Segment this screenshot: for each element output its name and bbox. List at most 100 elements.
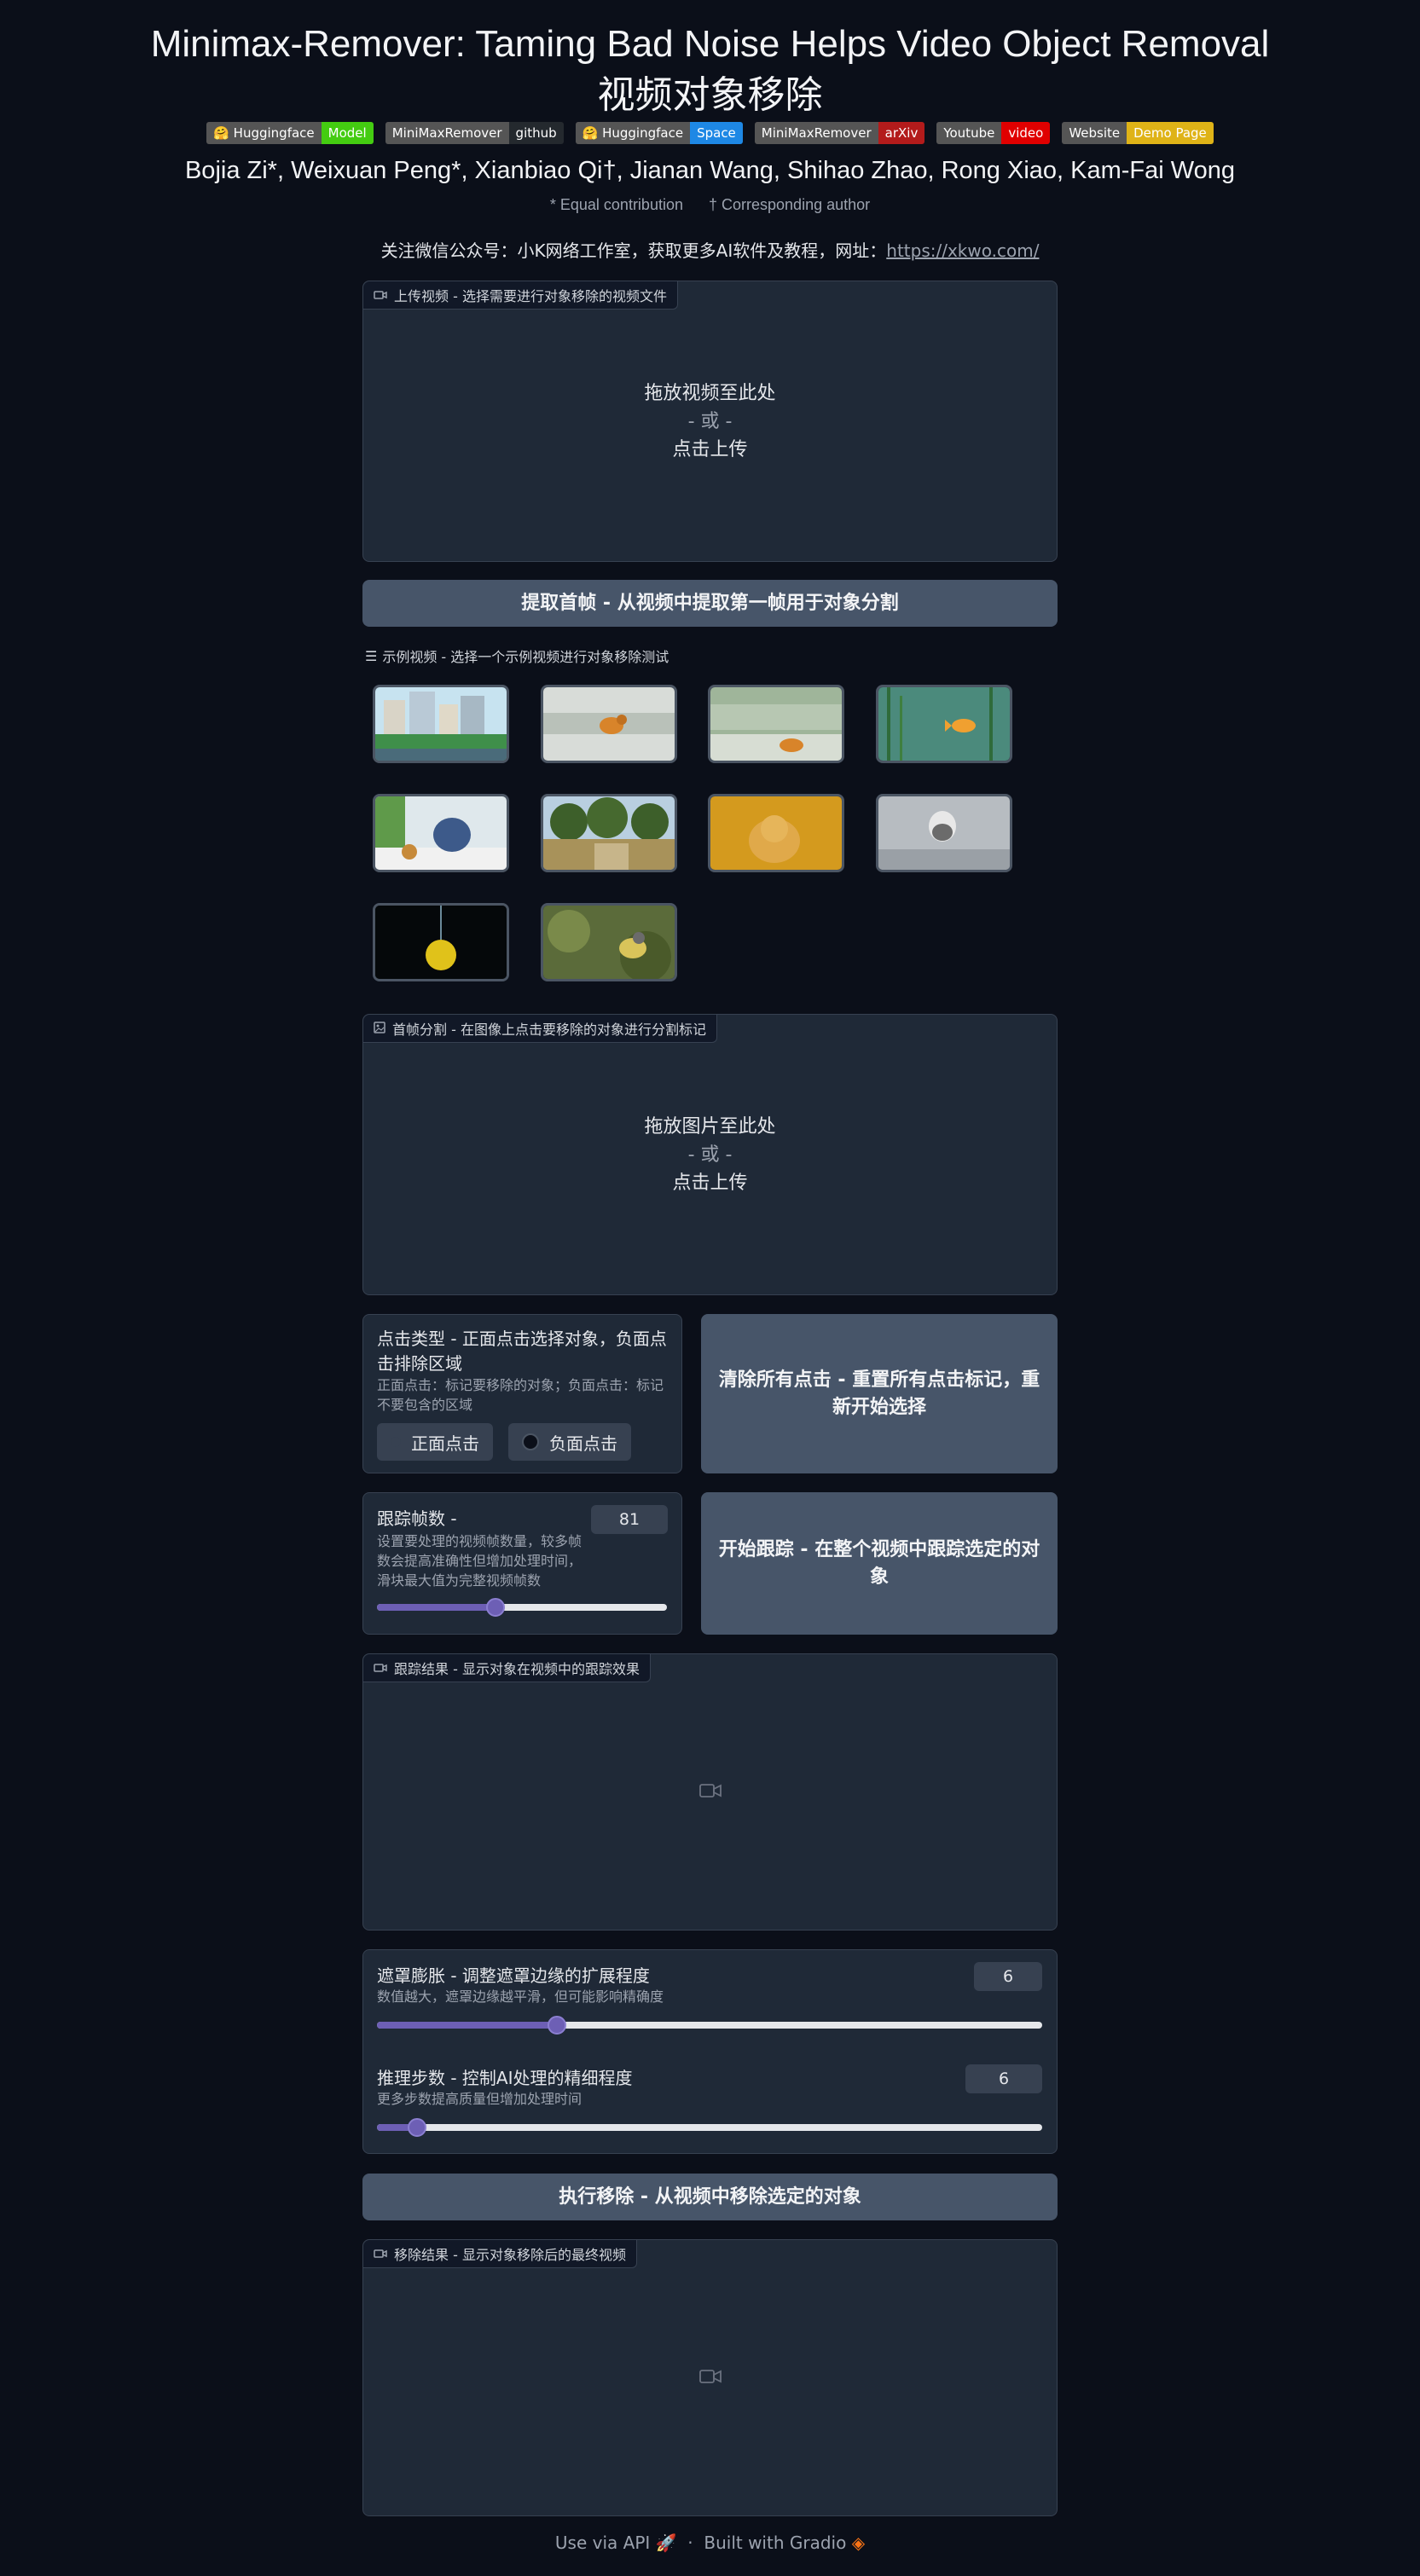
video-icon bbox=[374, 1660, 387, 1676]
track-frames-info: 设置要处理的视频帧数量，较多帧数会提高准确性但增加处理时间，滑块最大值为完整视频… bbox=[377, 1533, 582, 1589]
badge-left: Youtube bbox=[936, 122, 1002, 144]
point-type-title: 点击类型 - 正面点击选择对象，负面点击排除区域 bbox=[377, 1329, 667, 1374]
start-tracking-button[interactable]: 开始跟踪 - 在整个视频中跟踪选定的对象 bbox=[701, 1492, 1058, 1635]
example-thumb-city-street[interactable] bbox=[373, 685, 509, 763]
footer: Use via API 🚀 · Built with Gradio ◈ bbox=[0, 2533, 1420, 2553]
video-icon bbox=[374, 2246, 387, 2262]
point-type-panel: 点击类型 - 正面点击选择对象，负面点击排除区域 正面点击：标记要移除的对象；负… bbox=[362, 1314, 682, 1473]
radio-positive[interactable]: 正面点击 bbox=[377, 1423, 493, 1461]
track-frames-panel: 跟踪帧数 - 81 设置要处理的视频帧数量，较多帧数会提高准确性但增加处理时间，… bbox=[362, 1492, 682, 1635]
use-via-api-link[interactable]: Use via API bbox=[555, 2533, 650, 2553]
track-result-label: 跟踪结果 - 显示对象在视频中的跟踪效果 bbox=[363, 1654, 651, 1682]
example-thumb-farm[interactable] bbox=[541, 794, 677, 872]
slider-fill bbox=[377, 1604, 496, 1611]
badge[interactable]: MiniMaxRemover github bbox=[385, 122, 564, 144]
example-thumb-hamster[interactable] bbox=[708, 794, 844, 872]
track-result-panel: 跟踪结果 - 显示对象在视频中的跟踪效果 bbox=[362, 1653, 1058, 1931]
badge[interactable]: 🤗 Huggingface Model bbox=[206, 122, 374, 144]
equal-contribution-note: * Equal contribution bbox=[549, 196, 683, 213]
parameters-panel: 遮罩膨胀 - 调整遮罩边缘的扩展程度 6 数值越大，遮罩边缘越平滑，但可能影响精… bbox=[362, 1949, 1058, 2154]
click-upload-text: 点击上传 bbox=[672, 439, 748, 460]
segment-dropzone[interactable]: 拖放图片至此处 - 或 - 点击上传 bbox=[363, 1113, 1057, 1197]
footer-separator: · bbox=[687, 2533, 693, 2553]
video-placeholder-icon bbox=[699, 2368, 722, 2388]
image-icon bbox=[374, 1021, 385, 1037]
track-frames-title: 跟踪帧数 - bbox=[377, 1508, 457, 1529]
rocket-icon: 🚀 bbox=[655, 2533, 677, 2553]
click-upload-text: 点击上传 bbox=[672, 1172, 748, 1194]
extract-first-frame-button[interactable]: 提取首帧 - 从视频中提取第一帧用于对象分割 bbox=[362, 580, 1058, 627]
remove-result-label-text: 移除结果 - 显示对象移除后的最终视频 bbox=[394, 2247, 626, 2263]
slider-knob[interactable] bbox=[486, 1598, 506, 1617]
radio-unselected-dot bbox=[522, 1433, 539, 1450]
page-title: Minimax-Remover: Taming Bad Noise Helps … bbox=[0, 19, 1420, 121]
author-notes: * Equal contribution † Corresponding aut… bbox=[0, 196, 1420, 214]
slider-knob[interactable] bbox=[407, 2118, 426, 2137]
radio-negative[interactable]: 负面点击 bbox=[508, 1423, 631, 1461]
drop-text: 拖放视频至此处 bbox=[644, 383, 776, 404]
badge-right: Space bbox=[690, 122, 743, 144]
built-with-gradio-link[interactable]: Built with Gradio bbox=[704, 2533, 846, 2553]
page-title-line1: Minimax-Remover: Taming Bad Noise Helps … bbox=[150, 23, 1270, 65]
track-result-label-text: 跟踪结果 - 显示对象在视频中的跟踪效果 bbox=[394, 1661, 640, 1677]
execute-removal-button[interactable]: 执行移除 - 从视频中移除选定的对象 bbox=[362, 2174, 1058, 2220]
or-text: - 或 - bbox=[687, 411, 733, 432]
steps-info: 更多步数提高质量但增加处理时间 bbox=[377, 2091, 582, 2107]
example-thumb-bird-branch[interactable] bbox=[541, 903, 677, 981]
authors-line: Bojia Zi*, Weixuan Peng*, Xianbiao Qi†, … bbox=[184, 157, 1236, 184]
steps-title: 推理步数 - 控制AI处理的精细程度 bbox=[377, 2068, 633, 2088]
radio-positive-label: 正面点击 bbox=[411, 1433, 479, 1454]
badge[interactable]: Website Demo Page bbox=[1062, 122, 1214, 144]
gradio-logo-icon: ◈ bbox=[851, 2533, 866, 2553]
badge-left: MiniMaxRemover bbox=[385, 122, 509, 144]
badge[interactable]: Youtube video bbox=[936, 122, 1051, 144]
drop-text: 拖放图片至此处 bbox=[644, 1116, 776, 1137]
segment-label: 首帧分割 - 在图像上点击要移除的对象进行分割标记 bbox=[363, 1015, 717, 1043]
example-thumb-lemon[interactable] bbox=[373, 903, 509, 981]
badge-left: 🤗 Huggingface bbox=[575, 122, 691, 144]
segment-panel[interactable]: 首帧分割 - 在图像上点击要移除的对象进行分割标记 拖放图片至此处 - 或 - … bbox=[362, 1014, 1058, 1295]
wechat-text: 关注微信公众号：小K网络工作室，获取更多AI软件及教程，网址： bbox=[380, 240, 887, 261]
badge[interactable]: MiniMaxRemover arXiv bbox=[754, 122, 925, 144]
badge[interactable]: 🤗 Huggingface Space bbox=[575, 122, 743, 144]
segment-label-text: 首帧分割 - 在图像上点击要移除的对象进行分割标记 bbox=[392, 1022, 706, 1038]
page-title-line2: 视频对象移除 bbox=[597, 74, 823, 116]
badge-right: video bbox=[1001, 122, 1051, 144]
badge-right: github bbox=[508, 122, 564, 144]
examples-label-text: 示例视频 - 选择一个示例视频进行对象移除测试 bbox=[382, 649, 669, 665]
dilation-info: 数值越大，遮罩边缘越平滑，但可能影响精确度 bbox=[377, 1988, 664, 2005]
badge-right: arXiv bbox=[878, 122, 925, 144]
point-type-info: 正面点击：标记要移除的对象；负面点击：标记不要包含的区域 bbox=[377, 1377, 664, 1413]
example-thumb-fish[interactable] bbox=[876, 685, 1012, 763]
clear-points-button[interactable]: 清除所有点击 - 重置所有点击标记，重新开始选择 bbox=[701, 1314, 1058, 1473]
slider-knob[interactable] bbox=[547, 2016, 566, 2035]
track-frames-slider[interactable] bbox=[377, 1598, 667, 1617]
steps-input[interactable]: 6 bbox=[965, 2064, 1042, 2093]
remove-result-panel: 移除结果 - 显示对象移除后的最终视频 bbox=[362, 2239, 1058, 2516]
remove-result-label: 移除结果 - 显示对象移除后的最终视频 bbox=[363, 2240, 637, 2268]
badge-left: 🤗 Huggingface bbox=[206, 122, 322, 144]
badge-left: MiniMaxRemover bbox=[754, 122, 878, 144]
video-placeholder-icon bbox=[699, 1782, 722, 1803]
wechat-link[interactable]: https://xkwo.com/ bbox=[886, 240, 1039, 261]
or-text: - 或 - bbox=[687, 1144, 733, 1166]
dilation-input[interactable]: 6 bbox=[974, 1962, 1042, 1991]
upload-video-label-text: 上传视频 - 选择需要进行对象移除的视频文件 bbox=[394, 288, 667, 304]
upload-video-panel[interactable]: 上传视频 - 选择需要进行对象移除的视频文件 拖放视频至此处 - 或 - 点击上… bbox=[362, 281, 1058, 562]
steps-slider[interactable] bbox=[377, 2118, 1042, 2137]
dilation-title: 遮罩膨胀 - 调整遮罩边缘的扩展程度 bbox=[377, 1965, 650, 1986]
example-thumb-bird-water[interactable] bbox=[876, 794, 1012, 872]
example-thumb-cartoon[interactable] bbox=[373, 794, 509, 872]
badge-right: Model bbox=[321, 122, 374, 144]
upload-video-label: 上传视频 - 选择需要进行对象移除的视频文件 bbox=[363, 281, 678, 310]
track-frames-input[interactable]: 81 bbox=[591, 1505, 668, 1534]
badge-right: Demo Page bbox=[1127, 122, 1214, 144]
dilation-slider[interactable] bbox=[377, 2016, 1042, 2035]
examples-label: ☰ 示例视频 - 选择一个示例视频进行对象移除测试 bbox=[365, 645, 669, 666]
radio-negative-label: 负面点击 bbox=[549, 1433, 617, 1454]
slider-fill bbox=[377, 2022, 557, 2029]
corresponding-author-note: † Corresponding author bbox=[709, 196, 871, 213]
example-thumb-running-dog[interactable] bbox=[541, 685, 677, 763]
example-thumb-running-dog-blur[interactable] bbox=[708, 685, 844, 763]
upload-video-dropzone[interactable]: 拖放视频至此处 - 或 - 点击上传 bbox=[363, 379, 1057, 464]
